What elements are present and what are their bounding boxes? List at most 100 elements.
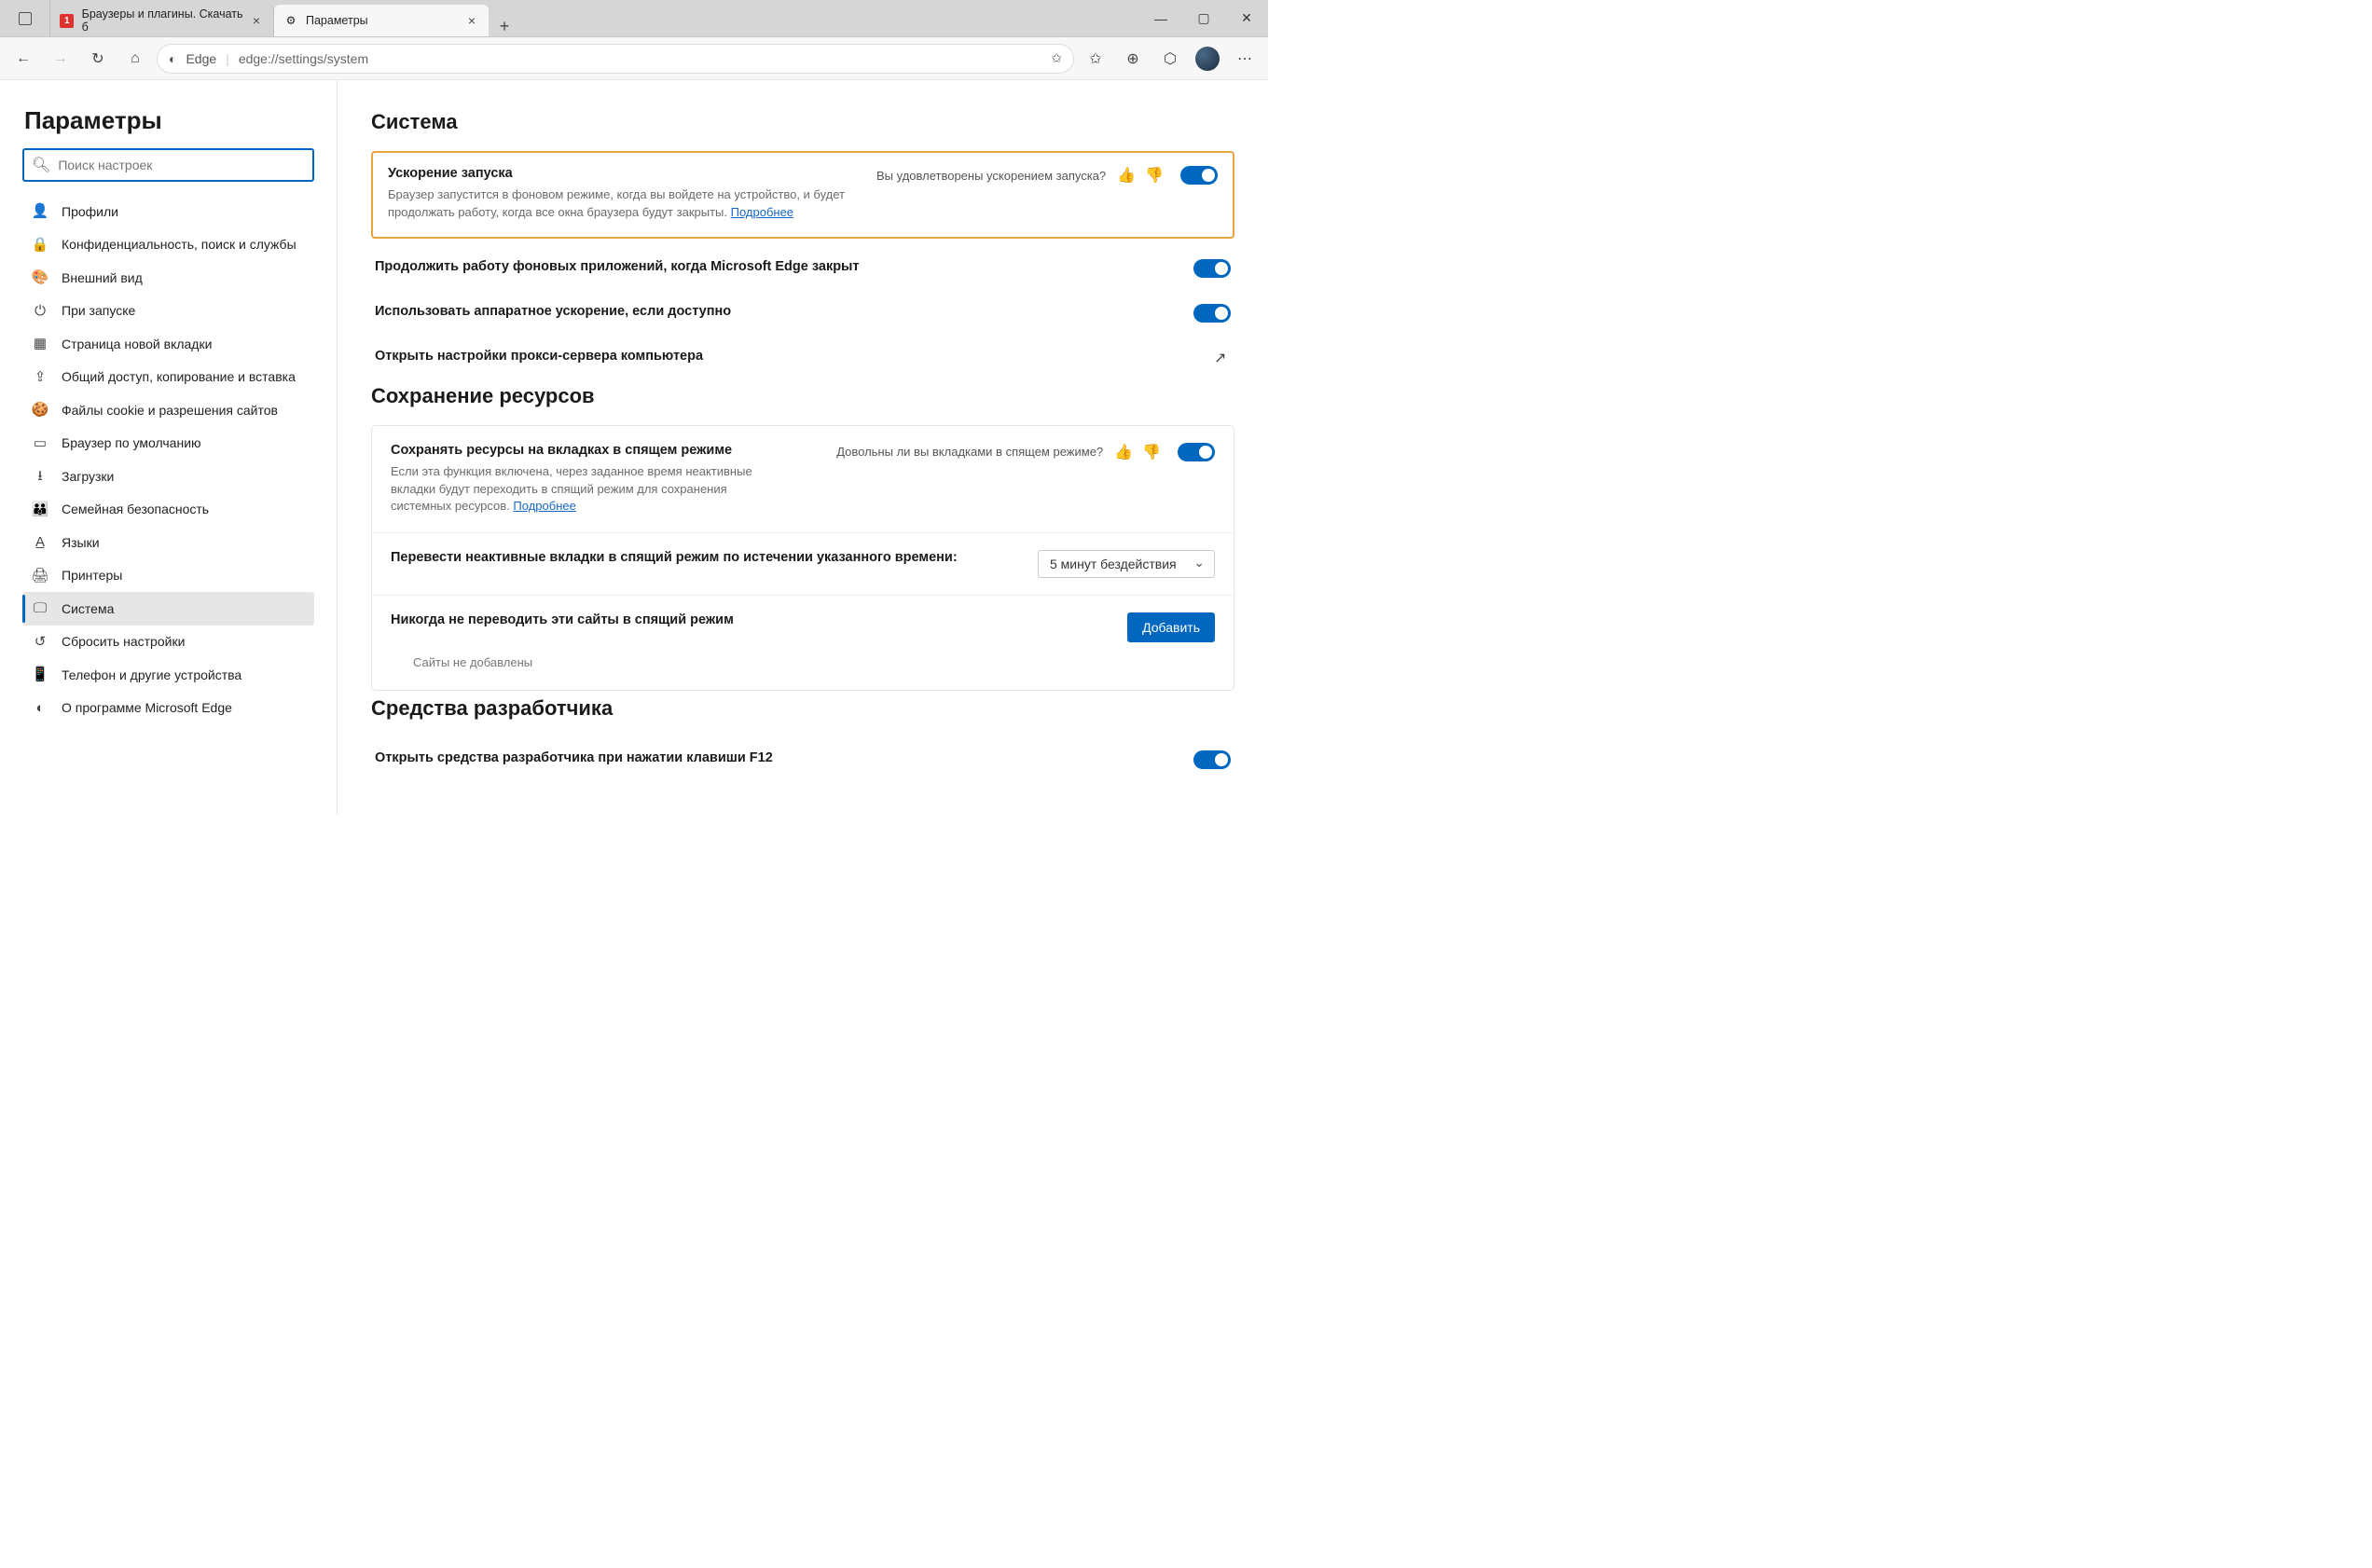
tab-softportal[interactable]: 1 Браузеры и плагины. Скачать б × bbox=[50, 5, 274, 36]
window-controls: — ▢ ✕ bbox=[1139, 0, 1268, 36]
tab-actions-button[interactable] bbox=[0, 0, 50, 36]
app-menu-button[interactable]: ⋯ bbox=[1229, 44, 1261, 74]
thumbs-up-icon[interactable]: 👍 bbox=[1117, 166, 1136, 185]
f12-toggle[interactable] bbox=[1193, 750, 1231, 769]
palette-icon: 🎨 bbox=[32, 268, 48, 287]
thumbs-down-icon[interactable]: 👎 bbox=[1145, 166, 1164, 185]
sidebar-item-share[interactable]: ⇪Общий доступ, копирование и вставка bbox=[22, 361, 314, 394]
never-sleep-label: Никогда не переводить эти сайты в спящий… bbox=[391, 612, 1110, 627]
printer-icon: 🖨 bbox=[32, 567, 48, 585]
favorite-icon[interactable]: ✩ bbox=[1051, 50, 1062, 66]
sidebar-item-downloads[interactable]: ⭳Загрузки bbox=[22, 460, 314, 493]
timeout-value: 5 минут бездействия bbox=[1050, 557, 1177, 571]
main: Параметры 🔍︎ 👤Профили 🔒Конфиденциальност… bbox=[0, 80, 1268, 815]
tab-settings[interactable]: ⚙ Параметры × bbox=[274, 5, 489, 36]
extensions-button[interactable]: ⬡ bbox=[1154, 44, 1186, 74]
sidebar-item-startup[interactable]: ⏻ При запуске bbox=[22, 295, 314, 328]
add-site-button[interactable]: Добавить bbox=[1127, 612, 1215, 642]
learn-more-link[interactable]: Подробнее bbox=[731, 205, 793, 219]
sidebar-item-label: Загрузки bbox=[62, 468, 114, 485]
timeout-row: Перевести неактивные вкладки в спящий ре… bbox=[372, 532, 1234, 595]
external-link-icon: ↗ bbox=[1214, 349, 1231, 365]
search-input[interactable] bbox=[58, 158, 305, 172]
startup-boost-toggle[interactable] bbox=[1180, 166, 1218, 185]
home-button[interactable]: ⌂ bbox=[119, 44, 151, 74]
startup-boost-title: Ускорение запуска bbox=[388, 166, 860, 181]
page-title: Параметры bbox=[15, 101, 322, 148]
proxy-title: Открыть настройки прокси-сервера компьют… bbox=[375, 349, 1197, 364]
power-icon: ⏻ bbox=[32, 302, 48, 321]
browser-icon: ▭ bbox=[32, 434, 48, 453]
close-icon[interactable]: × bbox=[464, 13, 479, 28]
timeout-select[interactable]: 5 минут бездействия bbox=[1038, 550, 1215, 578]
minimize-button[interactable]: — bbox=[1139, 0, 1182, 36]
sidebar-item-default-browser[interactable]: ▭ Браузер по умолчанию bbox=[22, 427, 314, 461]
hw-accel-title: Использовать аппаратное ускорение, если … bbox=[375, 304, 1177, 319]
new-tab-button[interactable]: + bbox=[489, 17, 520, 36]
bg-apps-toggle[interactable] bbox=[1193, 259, 1231, 278]
timeout-label: Перевести неактивные вкладки в спящий ре… bbox=[391, 550, 1021, 565]
sidebar-nav: 👤Профили 🔒Конфиденциальность, поиск и сл… bbox=[15, 195, 322, 724]
profile-button[interactable] bbox=[1192, 44, 1223, 74]
address-bar[interactable]: ◐ Edge | edge://settings/system ✩ bbox=[157, 44, 1074, 74]
thumbs-up-icon[interactable]: 👍 bbox=[1114, 443, 1133, 461]
sidebar-item-reset[interactable]: ↺Сбросить настройки bbox=[22, 626, 314, 659]
sidebar-item-label: Принтеры bbox=[62, 567, 122, 584]
family-icon: 👪 bbox=[32, 501, 48, 519]
sleeping-tabs-desc: Если эта функция включена, через заданно… bbox=[391, 463, 782, 516]
sleeping-feedback: Довольны ли вы вкладками в спящем режиме… bbox=[836, 443, 1161, 461]
profile-icon: 👤 bbox=[32, 202, 48, 221]
sidebar-item-label: Семейная безопасность bbox=[62, 501, 209, 517]
feedback-label: Довольны ли вы вкладками в спящем режиме… bbox=[836, 445, 1103, 459]
sidebar-item-family[interactable]: 👪 Семейная безопасность bbox=[22, 493, 314, 527]
back-button[interactable]: ← bbox=[7, 44, 39, 74]
cookie-icon: 🍪 bbox=[32, 401, 48, 420]
tab-menu-icon bbox=[19, 12, 32, 25]
favicon-settings: ⚙ bbox=[283, 13, 298, 28]
sleeping-tabs-toggle[interactable] bbox=[1178, 443, 1215, 461]
sidebar-item-phone[interactable]: 📱Телефон и другие устройства bbox=[22, 658, 314, 692]
maximize-button[interactable]: ▢ bbox=[1182, 0, 1225, 36]
collections-button[interactable]: ⊕ bbox=[1117, 44, 1149, 74]
hw-accel-toggle[interactable] bbox=[1193, 304, 1231, 323]
f12-row: Открыть средства разработчика при нажати… bbox=[371, 737, 1234, 782]
search-input-wrapper[interactable]: 🔍︎ bbox=[22, 148, 314, 182]
learn-more-link[interactable]: Подробнее bbox=[513, 499, 575, 513]
close-window-button[interactable]: ✕ bbox=[1225, 0, 1268, 36]
sidebar-item-languages[interactable]: A̲Языки bbox=[22, 526, 314, 559]
sidebar-item-cookies[interactable]: 🍪 Файлы cookie и разрешения сайтов bbox=[22, 393, 314, 427]
f12-title: Открыть средства разработчика при нажати… bbox=[375, 750, 1177, 765]
resources-panel: Сохранять ресурсы на вкладках в спящем р… bbox=[371, 425, 1234, 692]
sidebar-item-printers[interactable]: 🖨 Принтеры bbox=[22, 559, 314, 593]
sidebar-item-system[interactable]: 🖵 Система bbox=[22, 592, 314, 626]
edge-icon: ◐ bbox=[32, 699, 48, 718]
bg-apps-title: Продолжить работу фоновых приложений, ко… bbox=[375, 259, 1177, 274]
startup-feedback: Вы удовлетворены ускорением запуска? 👍 👎 bbox=[876, 166, 1164, 185]
favorites-button[interactable]: ✩ bbox=[1080, 44, 1111, 74]
sidebar-item-newtab[interactable]: ▦Страница новой вкладки bbox=[22, 327, 314, 361]
section-system: Система bbox=[371, 110, 1234, 134]
sidebar-item-about[interactable]: ◐О программе Microsoft Edge bbox=[22, 692, 314, 725]
sidebar-item-label: Файлы cookie и разрешения сайтов bbox=[62, 402, 278, 419]
monitor-icon: 🖵 bbox=[32, 599, 48, 618]
sidebar-item-privacy[interactable]: 🔒Конфиденциальность, поиск и службы bbox=[22, 228, 314, 262]
sidebar-item-label: При запуске bbox=[62, 302, 135, 319]
search-icon: 🔍︎ bbox=[32, 156, 50, 174]
sidebar-item-profiles[interactable]: 👤Профили bbox=[22, 195, 314, 228]
sidebar-item-label: Сбросить настройки bbox=[62, 633, 185, 650]
sidebar-item-label: Браузер по умолчанию bbox=[62, 434, 201, 451]
startup-boost-highlight: Ускорение запуска Браузер запустится в ф… bbox=[371, 151, 1234, 239]
feedback-label: Вы удовлетворены ускорением запуска? bbox=[876, 169, 1106, 183]
thumbs-down-icon[interactable]: 👎 bbox=[1142, 443, 1161, 461]
sidebar: Параметры 🔍︎ 👤Профили 🔒Конфиденциальност… bbox=[0, 80, 338, 815]
proxy-row[interactable]: Открыть настройки прокси-сервера компьют… bbox=[371, 336, 1234, 378]
empty-sites-label: Сайты не добавлены bbox=[372, 650, 1234, 690]
sidebar-item-appearance[interactable]: 🎨 Внешний вид bbox=[22, 261, 314, 295]
reload-button[interactable]: ↻ bbox=[82, 44, 114, 74]
sidebar-item-label: Система bbox=[62, 600, 114, 617]
section-resources: Сохранение ресурсов bbox=[371, 384, 1234, 408]
close-icon[interactable]: × bbox=[249, 13, 264, 28]
tab-strip: 1 Браузеры и плагины. Скачать б × ⚙ Пара… bbox=[50, 0, 1139, 36]
forward-button[interactable]: → bbox=[45, 44, 76, 74]
sidebar-item-label: Внешний вид bbox=[62, 269, 143, 286]
